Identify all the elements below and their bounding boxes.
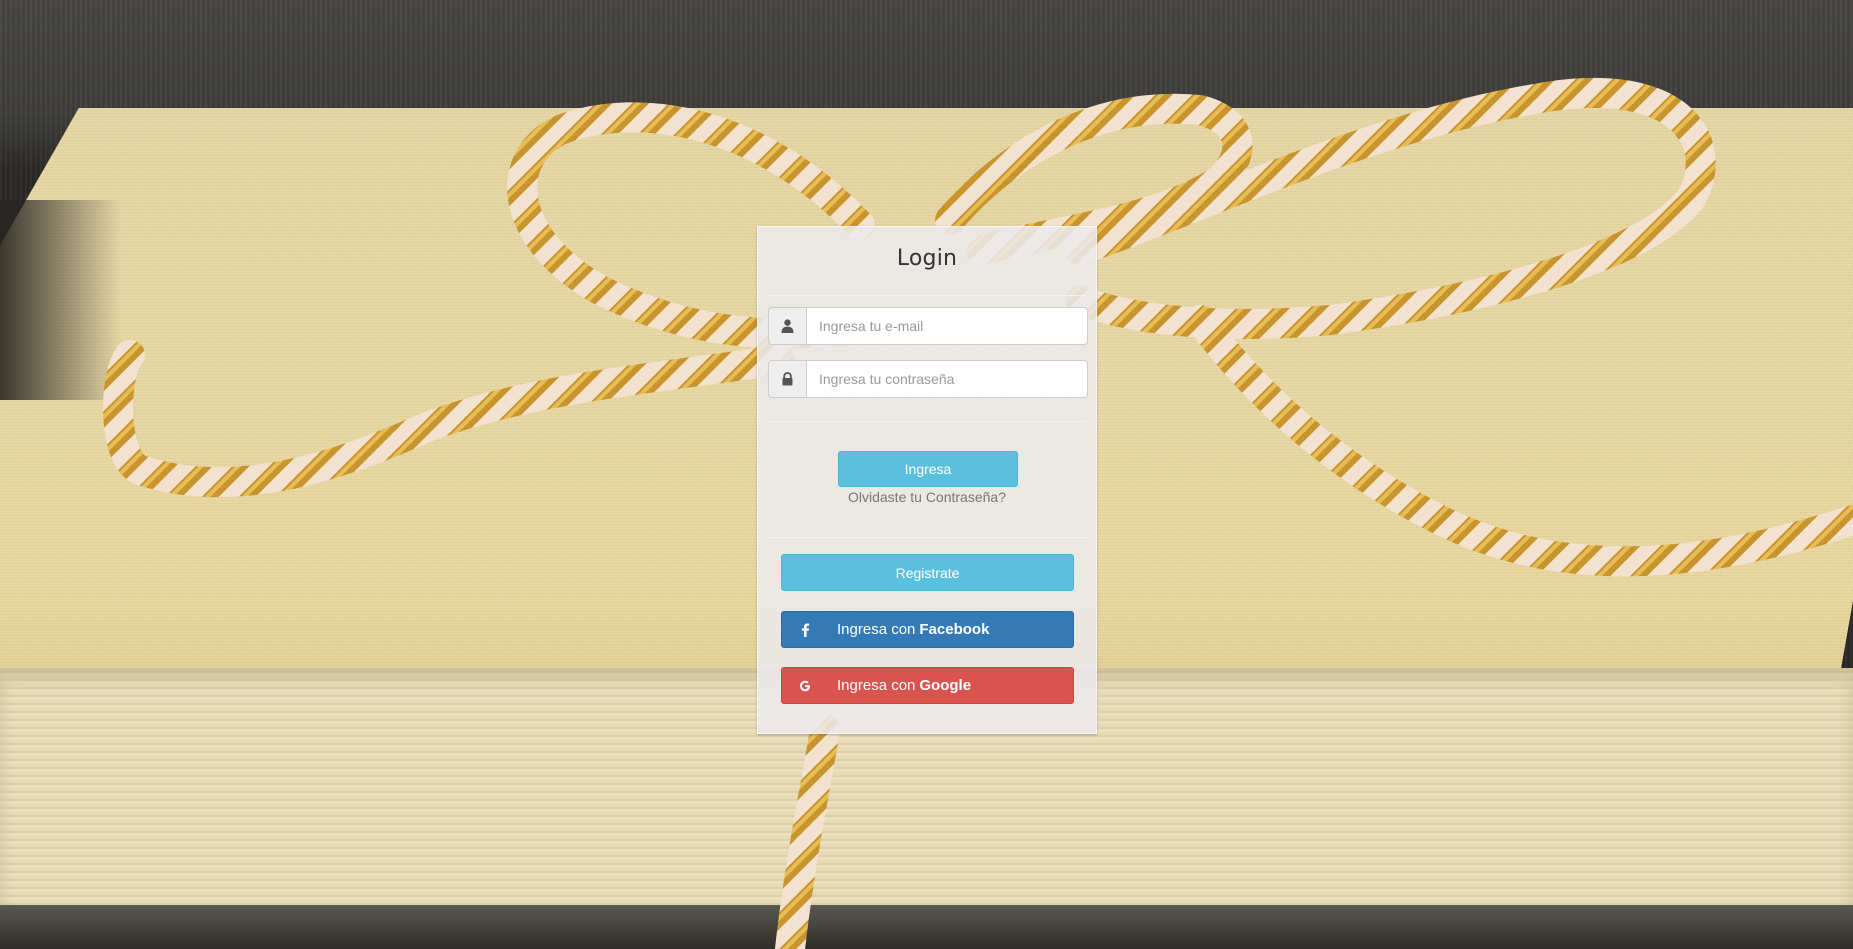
divider (768, 295, 1086, 296)
email-input[interactable] (806, 307, 1088, 345)
google-button-prefix: Ingresa con (837, 677, 916, 694)
divider (768, 421, 1086, 422)
google-login-button[interactable]: Ingresa con Google (781, 667, 1074, 704)
password-input-group (768, 360, 1088, 398)
login-card: Login Ingresa Olvidaste tu Contraseña? R… (757, 226, 1097, 734)
password-input[interactable] (806, 360, 1088, 398)
login-title: Login (896, 246, 958, 271)
google-icon (798, 679, 812, 693)
forgot-password-link[interactable]: Olvidaste tu Contraseña? (758, 489, 1096, 505)
register-button[interactable]: Registrate (781, 554, 1074, 591)
email-input-group (768, 307, 1088, 345)
login-button[interactable]: Ingresa (838, 451, 1018, 487)
user-icon (768, 307, 806, 345)
facebook-login-button[interactable]: Ingresa con Facebook (781, 611, 1074, 648)
divider (768, 537, 1086, 538)
facebook-button-prefix: Ingresa con (837, 621, 916, 638)
facebook-brand-label: Facebook (919, 621, 990, 638)
lock-icon (768, 360, 806, 398)
facebook-icon (798, 623, 812, 637)
google-brand-label: Google (919, 677, 972, 694)
